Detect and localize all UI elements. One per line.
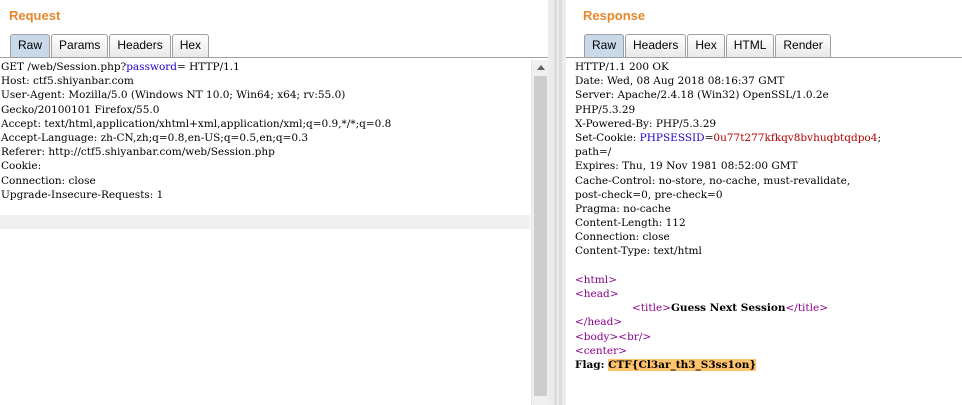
header-line: PHP/5.3.29 <box>575 103 636 116</box>
header-line: Connection: close <box>1 174 96 187</box>
set-cookie-line: Set-Cookie: PHPSESSID=0u77t277kfkqv8bvhu… <box>575 131 958 145</box>
request-line-prefix: GET /web/Session.php? <box>1 61 127 73</box>
split-pane-divider[interactable] <box>548 0 566 405</box>
request-vertical-scrollbar[interactable] <box>531 60 548 405</box>
header-line: path=/ <box>575 146 612 159</box>
current-line-highlight <box>0 215 530 229</box>
response-title: Response <box>583 8 646 23</box>
request-tab-headers[interactable]: Headers <box>109 34 171 57</box>
header-line: Accept: text/html,application/xhtml+xml,… <box>1 117 392 130</box>
response-tabbar: Raw Headers Hex HTML Render <box>584 34 832 57</box>
request-tabbar: Raw Params Headers Hex <box>10 34 210 57</box>
request-tab-rule <box>0 57 548 58</box>
header-line: Expires: Thu, 19 Nov 1981 08:52:00 GMT <box>575 160 798 173</box>
flag-line: Flag: CTF{Cl3ar_th3_S3ss1on} <box>575 358 958 372</box>
set-cookie-label: Set-Cookie: <box>575 131 640 144</box>
header-line: Cookie: <box>1 160 42 173</box>
scroll-up-arrow-icon[interactable] <box>537 65 545 70</box>
html-tag-line: <center> <box>575 344 627 357</box>
status-line: HTTP/1.1 200 OK <box>575 61 669 73</box>
cookie-value: 0u77t277kfkqv8bvhuqbtqdpo4 <box>713 131 878 144</box>
html-tag-line: <head> <box>575 288 619 300</box>
request-title: Request <box>9 8 61 23</box>
header-line: User-Agent: Mozilla/5.0 (Windows NT 10.0… <box>1 89 346 102</box>
title-tag-line: <title>Guess Next Session</title> <box>575 301 958 315</box>
divider-grip <box>554 0 557 405</box>
request-tab-raw[interactable]: Raw <box>10 34 51 57</box>
response-editor[interactable]: HTTP/1.1 200 OK Date: Wed, 08 Aug 2018 0… <box>566 60 962 405</box>
response-tab-hex[interactable]: Hex <box>687 34 725 57</box>
response-tab-raw[interactable]: Raw <box>584 34 625 57</box>
header-line: Date: Wed, 08 Aug 2018 08:16:37 GMT <box>575 75 785 88</box>
flag-label: Flag: <box>575 358 609 371</box>
header-line: X-Powered-By: PHP/5.3.29 <box>575 117 717 130</box>
header-line: Referer: http://ctf5.shiyanbar.com/web/S… <box>1 146 275 159</box>
header-line: Pragma: no-cache <box>575 202 671 215</box>
flag-value: CTF{Cl3ar_th3_S3ss1on} <box>608 358 757 371</box>
header-line: Accept-Language: zh-CN,zh;q=0.8,en-US;q=… <box>1 131 309 144</box>
divider-grip <box>559 0 562 405</box>
cookie-semicolon: ; <box>877 131 881 144</box>
response-tab-render[interactable]: Render <box>775 34 831 57</box>
response-tab-html[interactable]: HTML <box>725 34 775 57</box>
title-close-tag: </title> <box>785 302 828 315</box>
request-panel: Request Raw Params Headers Hex GET /web/… <box>0 0 548 405</box>
response-panel: Response Raw Headers Hex HTML Render HTT… <box>566 0 962 405</box>
html-tag-line: </head> <box>575 316 623 329</box>
body-open-tag: <body> <box>575 330 619 343</box>
header-line: Gecko/20100101 Firefox/55.0 <box>1 103 160 116</box>
request-line: GET /web/Session.php?password= HTTP/1.1 <box>1 60 529 74</box>
response-tab-headers[interactable]: Headers <box>625 34 687 57</box>
scrollbar-thumb[interactable] <box>534 76 547 396</box>
header-line: Cache-Control: no-store, no-cache, must-… <box>575 174 851 187</box>
header-line: post-check=0, pre-check=0 <box>575 188 723 201</box>
request-raw-text[interactable]: GET /web/Session.php?password= HTTP/1.1 … <box>1 60 529 202</box>
br-tag: <br/> <box>618 330 652 343</box>
title-open-tag: <title> <box>632 302 671 315</box>
header-line: Host: ctf5.shiyanbar.com <box>1 75 134 88</box>
query-param-key: password <box>126 61 178 73</box>
body-tag-line: <body><br/> <box>575 330 958 344</box>
response-raw-text[interactable]: HTTP/1.1 200 OK Date: Wed, 08 Aug 2018 0… <box>575 60 958 372</box>
html-tag-line: <html> <box>575 273 617 286</box>
request-tab-hex[interactable]: Hex <box>171 34 210 57</box>
request-editor[interactable]: GET /web/Session.php?password= HTTP/1.1 … <box>0 60 548 405</box>
header-line: Connection: close <box>575 231 670 244</box>
header-line: Content-Length: 112 <box>575 217 686 230</box>
request-tab-params[interactable]: Params <box>51 34 109 57</box>
header-line: Content-Type: text/html <box>575 245 702 258</box>
header-line: Server: Apache/2.4.18 (Win32) OpenSSL/1.… <box>575 89 829 102</box>
header-line: Upgrade-Insecure-Requests: 1 <box>1 188 164 201</box>
response-tab-rule <box>566 57 962 58</box>
cookie-name: PHPSESSID <box>639 131 705 144</box>
title-text: Guess Next Session <box>670 302 786 315</box>
request-line-suffix: = HTTP/1.1 <box>177 61 240 73</box>
